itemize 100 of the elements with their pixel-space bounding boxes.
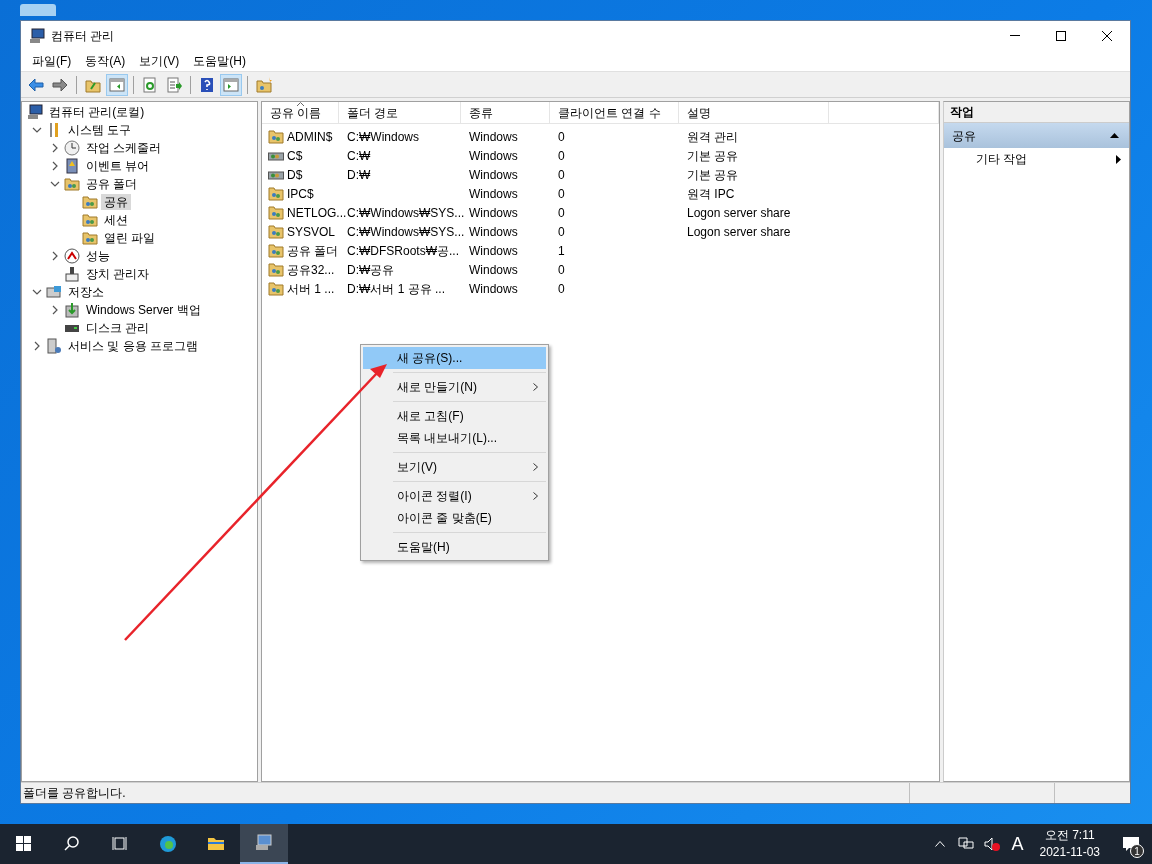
shared-folder-icon xyxy=(64,176,80,192)
menu-item[interactable]: 도움말(H) xyxy=(186,50,253,71)
computer-icon xyxy=(27,104,43,120)
table-cell-text: Windows xyxy=(469,261,518,279)
export-list-icon xyxy=(166,76,182,93)
speaker-muted-icon[interactable] xyxy=(984,837,1001,851)
computer-icon xyxy=(254,833,274,853)
collapse-arrow-icon[interactable] xyxy=(1110,133,1119,138)
actions-header: 작업 xyxy=(944,102,1129,123)
table-cell-text: Windows xyxy=(469,223,518,241)
table-cell-text: 기본 공유 xyxy=(687,147,739,165)
table-cell-text: Windows xyxy=(469,280,518,298)
column-header[interactable]: 폴더 경로 xyxy=(339,102,461,123)
computer-icon xyxy=(29,27,45,44)
menu-item[interactable]: 새로 고침(F) xyxy=(393,405,546,427)
tree-item[interactable]: 세션 xyxy=(101,212,131,228)
section-title: 공유 xyxy=(952,127,976,145)
chevron-right-icon[interactable] xyxy=(50,143,60,153)
table-cell-text: IPC$ xyxy=(287,185,314,203)
table-cell-text: 0 xyxy=(558,166,565,184)
table-cell-text: C$ xyxy=(287,147,303,165)
network-icon[interactable] xyxy=(958,837,975,851)
menu-item[interactable]: 아이콘 정렬(I) xyxy=(393,485,546,507)
event-log-icon xyxy=(64,158,80,174)
new-share-icon xyxy=(256,76,272,93)
column-header[interactable]: 설명 xyxy=(679,102,829,123)
table-cell-text: 원격 관리 xyxy=(687,128,739,146)
tree-item[interactable]: Windows Server 백업 xyxy=(83,302,204,318)
chevron-right-icon[interactable] xyxy=(50,161,60,171)
tree-item[interactable]: 시스템 도구 xyxy=(65,122,135,138)
shared-folder-icon xyxy=(82,212,98,228)
menu-item[interactable]: 보기(V) xyxy=(132,50,187,71)
table-cell-text: Logon server share xyxy=(687,204,791,222)
menu-item[interactable]: 새 공유(S)... xyxy=(363,347,546,369)
clock-icon xyxy=(64,140,80,156)
chevron-up-icon[interactable] xyxy=(935,841,946,847)
menu-item[interactable]: 파일(F) xyxy=(25,50,79,71)
menu-item[interactable]: 보기(V) xyxy=(393,456,546,478)
tree-item[interactable]: 디스크 관리 xyxy=(83,320,153,336)
table-cell-text: C:₩Windows xyxy=(347,128,419,146)
tree-item[interactable]: 이벤트 뷰어 xyxy=(83,158,153,174)
input-indicator[interactable]: A xyxy=(1011,830,1024,858)
chevron-down-icon[interactable] xyxy=(32,125,42,135)
menu-item[interactable]: 도움말(H) xyxy=(393,536,546,558)
column-header[interactable]: 클라이언트 연결 수 xyxy=(550,102,679,123)
tree-item[interactable]: 열린 파일 xyxy=(101,230,159,246)
table-cell-text: Windows xyxy=(469,128,518,146)
server-gear-icon xyxy=(46,338,62,354)
actions-section-header[interactable]: 공유 xyxy=(944,123,1129,148)
chevron-right-icon[interactable] xyxy=(32,341,42,351)
clock[interactable]: 오전 7:11 2021-11-03 xyxy=(1039,827,1100,861)
menu-item[interactable]: 새로 만들기(N) xyxy=(393,376,546,398)
action-item[interactable]: 기타 작업 xyxy=(944,148,1129,170)
tree-item[interactable]: 공유 폴더 xyxy=(83,176,141,192)
tree-item[interactable]: 저장소 xyxy=(65,284,107,300)
menu-item[interactable]: 아이콘 줄 맞춤(E) xyxy=(393,507,546,529)
table-cell-text: C:₩Windows₩SYS... xyxy=(347,204,465,222)
chevron-right-icon[interactable] xyxy=(50,305,60,315)
windows-logo-icon xyxy=(14,834,34,854)
pane-icon xyxy=(223,76,239,93)
maximize-icon xyxy=(1056,30,1066,41)
table-cell-text: D:₩ xyxy=(347,166,371,184)
chevron-down-icon[interactable] xyxy=(32,287,42,297)
table-cell-text: 서버 1 ... xyxy=(287,280,335,298)
browser-icon xyxy=(158,834,178,854)
tree-item[interactable]: 장치 관리자 xyxy=(83,266,153,282)
submenu-arrow-icon xyxy=(1116,154,1121,164)
shared-folder-icon xyxy=(268,186,284,201)
table-cell-text: 0 xyxy=(558,280,565,298)
table-cell-text: Windows xyxy=(469,242,518,260)
table-cell-text: C:₩ xyxy=(347,147,371,165)
table-cell-text: 0 xyxy=(558,223,565,241)
back-arrow-icon xyxy=(28,76,44,93)
tree-item[interactable]: 컴퓨터 관리(로컬) xyxy=(46,104,148,120)
column-header-label: 종류 xyxy=(469,104,493,122)
tree-item[interactable]: 서비스 및 응용 프로그램 xyxy=(65,338,201,354)
notification-count: 1 xyxy=(1130,844,1144,858)
chevron-down-icon[interactable] xyxy=(50,179,60,189)
refresh-icon xyxy=(142,76,158,93)
column-header[interactable]: 공유 이름 xyxy=(262,102,339,123)
table-cell-text: 0 xyxy=(558,185,565,203)
shared-folder-icon xyxy=(82,194,98,210)
shared-folder-icon xyxy=(268,281,284,296)
table-cell-text: 0 xyxy=(558,204,565,222)
table-cell-text: 공유32... xyxy=(287,261,335,279)
tree-item[interactable]: 작업 스케줄러 xyxy=(83,140,165,156)
column-header-label: 설명 xyxy=(687,104,711,122)
chevron-right-icon[interactable] xyxy=(50,251,60,261)
menu-item[interactable]: 목록 내보내기(L)... xyxy=(393,427,546,449)
tree-item[interactable]: 공유 xyxy=(101,194,131,210)
backup-icon xyxy=(64,302,80,318)
notification-button[interactable]: 1 xyxy=(1110,824,1152,864)
table-cell-text: C:₩DFSRoots₩공... xyxy=(347,242,459,260)
column-header[interactable]: 종류 xyxy=(461,102,550,123)
tree-item[interactable]: 성능 xyxy=(83,248,113,264)
shared-folder-icon xyxy=(268,205,284,220)
menu-item[interactable]: 동작(A) xyxy=(78,50,133,71)
forward-arrow-icon xyxy=(52,76,68,93)
chevron-right-icon xyxy=(533,463,538,471)
status-bar-text: 폴더를 공유합니다. xyxy=(21,783,910,803)
